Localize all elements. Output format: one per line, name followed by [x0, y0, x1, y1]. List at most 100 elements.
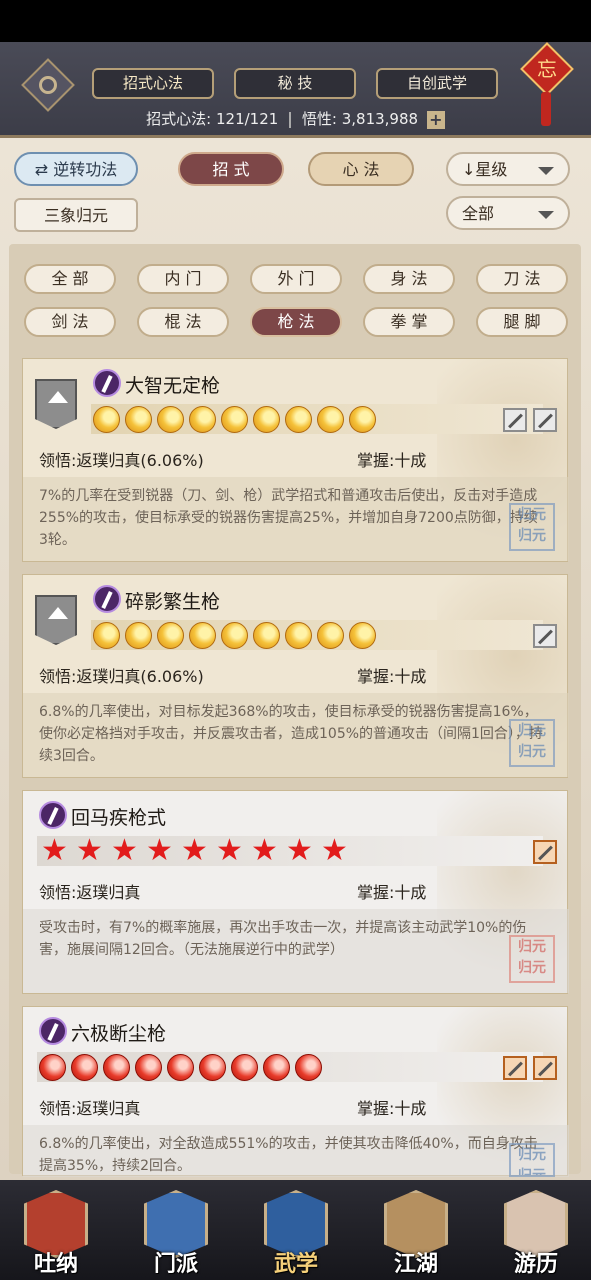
filter-all[interactable]: 全 部 [24, 264, 116, 294]
spear-type-icon [93, 585, 121, 613]
filter-inner[interactable]: 内 门 [137, 264, 229, 294]
skill-description: 受攻击时，有7%的概率施展，再次出手攻击一次，并提高该主动武学10%的伤害，施展… [39, 920, 527, 958]
comprehension-label: 领悟: [39, 667, 77, 686]
claw-icon [533, 1056, 557, 1080]
filter-sword[interactable]: 剑 法 [24, 307, 116, 337]
filter-blade[interactable]: 刀 法 [476, 264, 568, 294]
seal-stamp: 归元 归元 [509, 935, 555, 983]
eye-icon [39, 76, 57, 94]
stat-insight-value: 3,813,988 [341, 110, 419, 128]
stat-insight-label: 悟性: [301, 110, 337, 128]
skill-description: 6.8%的几率使出，对全敌造成551%的攻击，并使其攻击降低40%，而自身攻击提… [39, 1136, 538, 1174]
nav-label: 武学 [273, 1252, 318, 1277]
moon-icon [221, 406, 248, 433]
chevron-down-icon [538, 211, 554, 219]
stat-moves-value: 121/121 [215, 110, 279, 128]
nav-item-martial[interactable]: 武学 [250, 1180, 342, 1280]
skill-name: 回马疾枪式 [71, 807, 167, 829]
moon-icon [349, 406, 376, 433]
comprehension-value: 返璞归真(6.06%) [76, 667, 204, 686]
skill-card[interactable]: 大智无定枪 领悟:返璞归真(6.06%) 掌握:十成 7%的几率在受到锐器（刀、… [22, 358, 569, 562]
tab-moves-heart[interactable]: 招式心法 [92, 68, 214, 99]
rank-stars: ★ ★ ★ ★ ★ ★ ★ ★ ★ [39, 836, 350, 867]
stats-divider [289, 111, 292, 128]
rank-red-moons [39, 1054, 322, 1081]
star-icon: ★ [286, 833, 313, 868]
red-moon-icon [39, 1054, 66, 1081]
scope-dropdown[interactable]: 全部 [446, 196, 570, 230]
filter-fist[interactable]: 拳 掌 [363, 307, 455, 337]
tab-heart-method[interactable]: 心 法 [308, 152, 414, 186]
scope-label: 全部 [462, 204, 495, 223]
sanxiang-button[interactable]: 三象归元 [14, 198, 138, 232]
mastery-value: 十成 [394, 667, 427, 686]
tab-moves[interactable]: 招 式 [178, 152, 284, 186]
upgrade-icon[interactable] [35, 595, 77, 645]
red-moon-icon [135, 1054, 162, 1081]
moon-icon [189, 406, 216, 433]
star-icon: ★ [321, 833, 348, 868]
reverse-skill-label: 逆转功法 [53, 160, 118, 179]
knot-char: 忘 [537, 57, 557, 81]
sort-dropdown[interactable]: ↓星级 [446, 152, 570, 186]
nav-item-jianghu[interactable]: 江湖 [370, 1180, 462, 1280]
upgrade-icon[interactable] [35, 379, 77, 429]
skill-name: 大智无定枪 [125, 375, 221, 397]
filter-leg[interactable]: 腿 脚 [476, 307, 568, 337]
star-icon: ★ [181, 833, 208, 868]
skill-name: 六极断尘枪 [71, 1023, 167, 1045]
star-icon: ★ [111, 833, 138, 868]
spear-icon [533, 840, 557, 864]
moon-icon [125, 406, 152, 433]
skill-card[interactable]: 回马疾枪式 ★ ★ ★ ★ ★ ★ ★ ★ ★ 领悟:返璞归真 掌握:十成 受攻击时，有7%的概… [22, 790, 569, 994]
nav-item-travel[interactable]: 游历 [490, 1180, 582, 1280]
mastery-label: 掌握: [357, 451, 395, 470]
filter-outer[interactable]: 外 门 [250, 264, 342, 294]
moon-icon [157, 622, 184, 649]
red-moon-icon [103, 1054, 130, 1081]
filter-movement[interactable]: 身 法 [363, 264, 455, 294]
moon-icon [157, 406, 184, 433]
red-moon-icon [71, 1054, 98, 1081]
mastery-label: 掌握: [357, 667, 395, 686]
moon-icon [317, 622, 344, 649]
moon-icon [253, 622, 280, 649]
nav-label: 江湖 [393, 1252, 438, 1277]
stat-moves-label: 招式心法: [146, 110, 212, 128]
moon-icon [349, 622, 376, 649]
moon-icon [285, 622, 312, 649]
reverse-skill-button[interactable]: ⇄ 逆转功法 [14, 152, 138, 186]
skill-card[interactable]: 六极断尘枪 领悟:返璞归真 掌握:十成 6.8%的几率使出，对全敌造成551%的… [22, 1006, 569, 1177]
skill-description: 6.8%的几率使出，对目标发起368%的攻击，使目标承受的锐器伤害提高16%，使… [39, 704, 543, 764]
skill-card[interactable]: 碎影繁生枪 领悟:返璞归真(6.06%) 掌握:十成 6.8%的几率使出，对目标… [22, 574, 569, 778]
add-insight-button[interactable]: + [426, 110, 445, 129]
nav-label: 游历 [513, 1252, 558, 1277]
mastery-value: 十成 [394, 1099, 427, 1118]
nav-label: 吐纳 [33, 1252, 78, 1277]
sort-label: ↓星级 [462, 160, 508, 179]
moon-icon [253, 406, 280, 433]
comprehension-value: 返璞归真(6.06%) [76, 451, 204, 470]
seal-stamp: 归元 归元 [509, 503, 555, 551]
seal-stamp: 归元 归元 [509, 1143, 555, 1177]
filter-staff[interactable]: 棍 法 [137, 307, 229, 337]
moon-icon [317, 406, 344, 433]
filter-spear[interactable]: 枪 法 [250, 307, 342, 337]
tab-secret-skills[interactable]: 秘 技 [234, 68, 356, 99]
bottom-nav: 吐纳 门派 武学 江湖 游历 [0, 1180, 591, 1280]
slash-icon [533, 408, 557, 432]
star-icon: ★ [76, 833, 103, 868]
star-icon: ★ [216, 833, 243, 868]
rank-moons [93, 406, 376, 433]
moon-icon [93, 622, 120, 649]
blade-icon [503, 1056, 527, 1080]
star-icon: ★ [251, 833, 278, 868]
nav-item-sect[interactable]: 门派 [130, 1180, 222, 1280]
tab-custom-martial[interactable]: 自创武学 [376, 68, 498, 99]
mastery-label: 掌握: [357, 883, 395, 902]
comprehension-value: 返璞归真 [76, 1099, 141, 1118]
nav-item-tuna[interactable]: 吐纳 [10, 1180, 102, 1280]
compass-icon [503, 408, 527, 432]
skill-name: 碎影繁生枪 [125, 591, 221, 613]
stats-bar: 招式心法: 121/121 悟性: 3,813,988 + [0, 108, 591, 129]
